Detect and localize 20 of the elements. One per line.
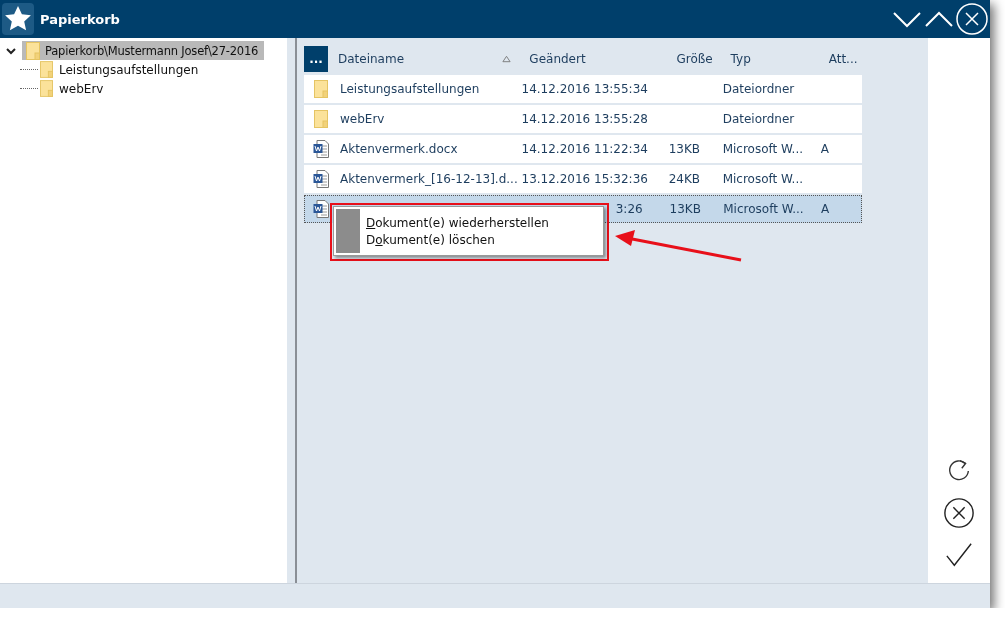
table-cell: 13KB bbox=[669, 202, 701, 216]
table-cell: A bbox=[821, 202, 830, 216]
table-cell: 14.12.2016 11:22:34 bbox=[521, 142, 648, 156]
window-title: Papierkorb bbox=[40, 11, 121, 27]
table-cell: Microsoft W... bbox=[723, 202, 804, 216]
table-cell: Dateiordner bbox=[722, 82, 795, 96]
table-cell: 13.12.2016 15:32:36 bbox=[521, 172, 648, 186]
table-cell: 24KB bbox=[668, 172, 701, 186]
table-cell: Dateiordner bbox=[722, 112, 795, 126]
table-cell: webErv bbox=[340, 112, 385, 126]
table-cell: 14.12.2016 13:55:34 bbox=[521, 82, 648, 96]
table-cell: 13KB bbox=[668, 142, 701, 156]
table-cell: Leistungsaufstellungen bbox=[340, 82, 480, 96]
table-cell: Aktenvermerk.docx bbox=[340, 142, 458, 156]
table-cell: A bbox=[820, 142, 829, 156]
table-cell: Microsoft W... bbox=[722, 142, 803, 156]
table-cell: Microsoft W... bbox=[722, 172, 803, 186]
table-cell: Aktenvermerk_[16-12-13].d... bbox=[340, 172, 518, 186]
table-cell: 14.12.2016 13:55:28 bbox=[521, 112, 648, 126]
table-cell: 3:26 bbox=[615, 202, 643, 216]
